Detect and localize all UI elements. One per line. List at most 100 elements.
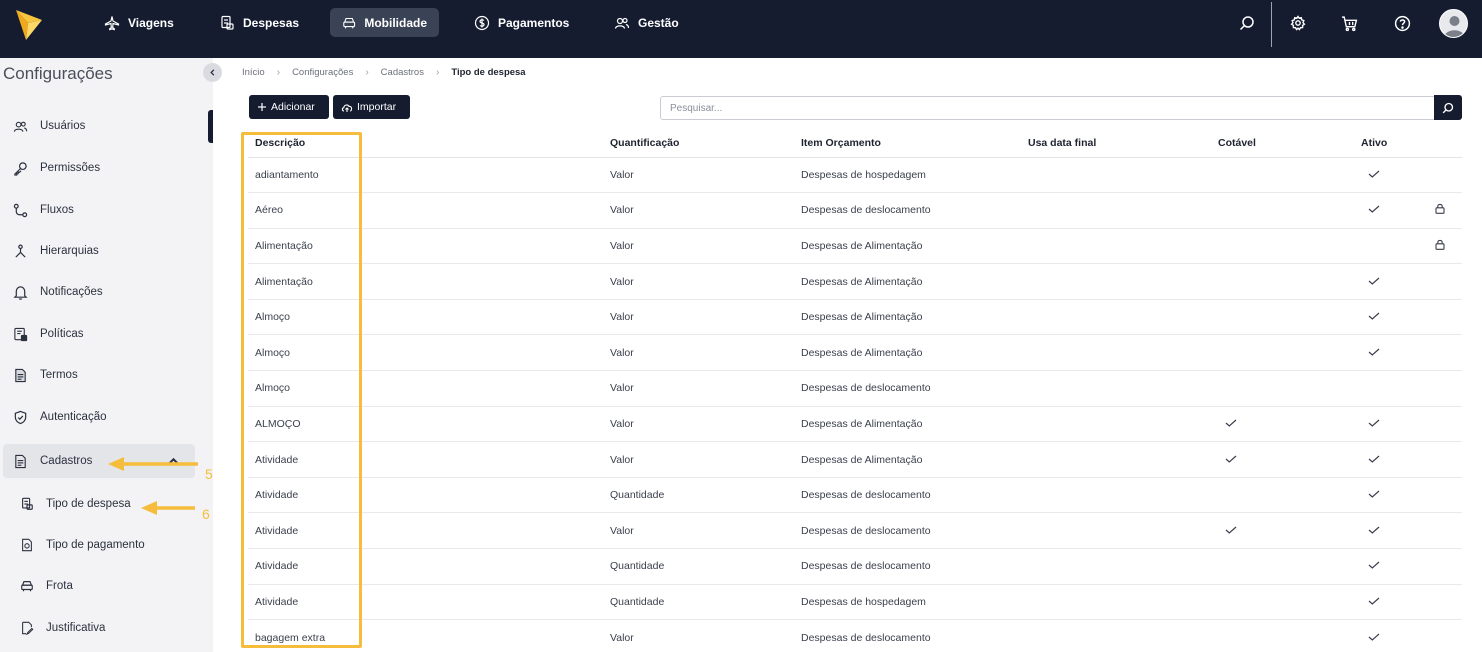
sidebar-item-label: Usuários xyxy=(40,120,86,132)
cell-cotavel xyxy=(1211,406,1354,443)
table-row[interactable]: Atividade Quantidade Despesas de hospedage… xyxy=(248,584,1462,621)
cell-actions xyxy=(1424,584,1462,621)
table-row[interactable]: Almoço Valor Despesas de Alimentação xyxy=(248,299,1462,336)
cell-actions xyxy=(1424,157,1462,194)
dollar-circle-icon xyxy=(474,15,490,30)
table-body: adiantamento Valor Despesas de hospedagem A… xyxy=(248,157,1462,652)
cell-quantificacao: Valor xyxy=(603,192,794,229)
table-row[interactable]: adiantamento Valor Despesas de hospedagem xyxy=(248,157,1462,194)
sidebar-item-politicas[interactable]: Políticas xyxy=(3,317,195,351)
cell-quantificacao: Valor xyxy=(603,263,794,300)
avatar[interactable] xyxy=(1439,9,1468,38)
check-icon xyxy=(1368,455,1380,463)
column-header-cotavel[interactable]: Cotável xyxy=(1211,130,1354,158)
column-header-quantificacao[interactable]: Quantificação xyxy=(603,130,794,158)
cell-cotavel xyxy=(1211,263,1354,300)
column-header-item-orcamento[interactable]: Item Orçamento xyxy=(794,130,1021,158)
table-row[interactable]: ALMOÇO Valor Despesas de Alimentação xyxy=(248,406,1462,443)
sidebar-item-label: Fluxos xyxy=(40,204,74,216)
nav-pagamentos[interactable]: Pagamentos xyxy=(462,8,581,37)
cart-button[interactable] xyxy=(1338,12,1360,34)
table-row[interactable]: Alimentação Valor Despesas de Alimentação xyxy=(248,263,1462,300)
cell-actions xyxy=(1424,406,1462,443)
plane-icon xyxy=(104,15,120,30)
topbar-divider xyxy=(1271,2,1272,47)
chevron-right-icon: › xyxy=(435,67,440,78)
cell-actions xyxy=(1424,477,1462,514)
search-button[interactable] xyxy=(1236,12,1258,34)
sidebar-item-label: Cadastros xyxy=(40,455,93,467)
table-row[interactable]: Atividade Quantidade Despesas de deslocame… xyxy=(248,548,1462,585)
column-header-usa-data-final[interactable]: Usa data final xyxy=(1021,130,1211,158)
cell-actions xyxy=(1424,228,1462,265)
cell-cotavel xyxy=(1211,157,1354,194)
cell-ativo xyxy=(1354,584,1424,621)
table-row[interactable]: Aéreo Valor Despesas de deslocamento xyxy=(248,192,1462,229)
user-avatar-icon xyxy=(1444,16,1465,37)
chevron-right-icon: › xyxy=(276,67,281,78)
cell-cotavel xyxy=(1211,619,1354,652)
sidebar-item-notificacoes[interactable]: Notificações xyxy=(3,275,195,309)
sidebar-item-usuarios[interactable]: Usuários xyxy=(3,109,195,143)
sidebar-item-label: Permissões xyxy=(40,162,101,174)
help-icon xyxy=(1394,15,1410,31)
nav-despesas[interactable]: Despesas xyxy=(207,8,311,37)
table-row[interactable]: Atividade Valor Despesas de deslocamento xyxy=(248,512,1462,550)
cell-usa-data-final xyxy=(1021,228,1211,265)
lock-icon[interactable] xyxy=(1435,203,1445,215)
nav-gestao[interactable]: Gestão xyxy=(602,8,691,37)
sidebar-subitem-frota[interactable]: Frota xyxy=(20,571,195,601)
sidebar-subitem-justificativa[interactable]: Justificativa xyxy=(20,613,195,643)
import-button[interactable]: Importar xyxy=(333,95,410,119)
settings-button[interactable] xyxy=(1287,12,1309,34)
key-icon xyxy=(14,161,27,176)
table-row[interactable]: Atividade Valor Despesas de Alimentação xyxy=(248,441,1462,478)
sidebar-item-fluxos[interactable]: Fluxos xyxy=(3,193,195,227)
search-submit-button[interactable] xyxy=(1434,95,1462,120)
receipt-icon xyxy=(221,15,234,30)
cell-quantificacao: Quantidade xyxy=(603,548,794,585)
table-row[interactable]: Almoço Valor Despesas de Alimentação xyxy=(248,334,1462,372)
check-icon xyxy=(1368,597,1380,605)
table-row[interactable]: bagagem extra Valor Despesas de deslocamen… xyxy=(248,619,1462,652)
nav-viagens[interactable]: Viagens xyxy=(92,8,186,37)
cell-item-orcamento: Despesas de hospedagem xyxy=(794,584,1021,621)
cell-usa-data-final xyxy=(1021,299,1211,336)
table-row[interactable]: Atividade Quantidade Despesas de deslocame… xyxy=(248,477,1462,514)
table-row[interactable]: Alimentação Valor Despesas de Alimentação xyxy=(248,228,1462,265)
cell-cotavel xyxy=(1211,441,1354,478)
breadcrumb-item[interactable]: Configurações xyxy=(292,67,353,78)
collapse-sidebar-button[interactable] xyxy=(203,63,222,82)
logo-icon[interactable] xyxy=(14,8,44,42)
cell-quantificacao: Valor xyxy=(603,228,794,265)
car-icon xyxy=(21,581,33,592)
table-row[interactable]: Almoço Valor Despesas de deslocamento xyxy=(248,370,1462,407)
nav-mobilidade[interactable]: Mobilidade xyxy=(330,8,439,37)
sidebar-subitem-tipo-de-pagamento[interactable]: Tipo de pagamento xyxy=(20,530,195,560)
cell-cotavel xyxy=(1211,512,1354,550)
breadcrumb-current: Tipo de despesa xyxy=(451,67,526,78)
cell-quantificacao: Quantidade xyxy=(603,584,794,621)
help-button[interactable] xyxy=(1391,12,1413,34)
cell-quantificacao: Valor xyxy=(603,334,794,372)
annotation-arrow-6 xyxy=(141,501,195,515)
sidebar-item-permissoes[interactable]: Permissões xyxy=(3,151,195,185)
cell-usa-data-final xyxy=(1021,157,1211,194)
gear-icon xyxy=(1290,15,1306,31)
cell-item-orcamento: Despesas de hospedagem xyxy=(794,157,1021,194)
breadcrumb-item[interactable]: Início xyxy=(242,67,265,78)
search-input[interactable]: Pesquisar... xyxy=(660,96,1435,120)
cell-actions xyxy=(1424,441,1462,478)
column-header-ativo[interactable]: Ativo xyxy=(1354,130,1424,158)
users-icon xyxy=(614,17,630,29)
sidebar-item-hierarquias[interactable]: Hierarquias xyxy=(3,234,195,268)
cell-quantificacao: Valor xyxy=(603,619,794,652)
sidebar-item-autenticacao[interactable]: Autenticação xyxy=(3,400,195,434)
cloud-upload-icon xyxy=(341,103,353,112)
sidebar-item-termos[interactable]: Termos xyxy=(3,358,195,392)
lock-icon[interactable] xyxy=(1435,239,1445,250)
add-button[interactable]: Adicionar xyxy=(249,95,329,119)
sidebar-scroll-handle[interactable] xyxy=(208,110,213,143)
chevron-left-icon xyxy=(210,69,215,76)
breadcrumb-item[interactable]: Cadastros xyxy=(381,67,424,78)
